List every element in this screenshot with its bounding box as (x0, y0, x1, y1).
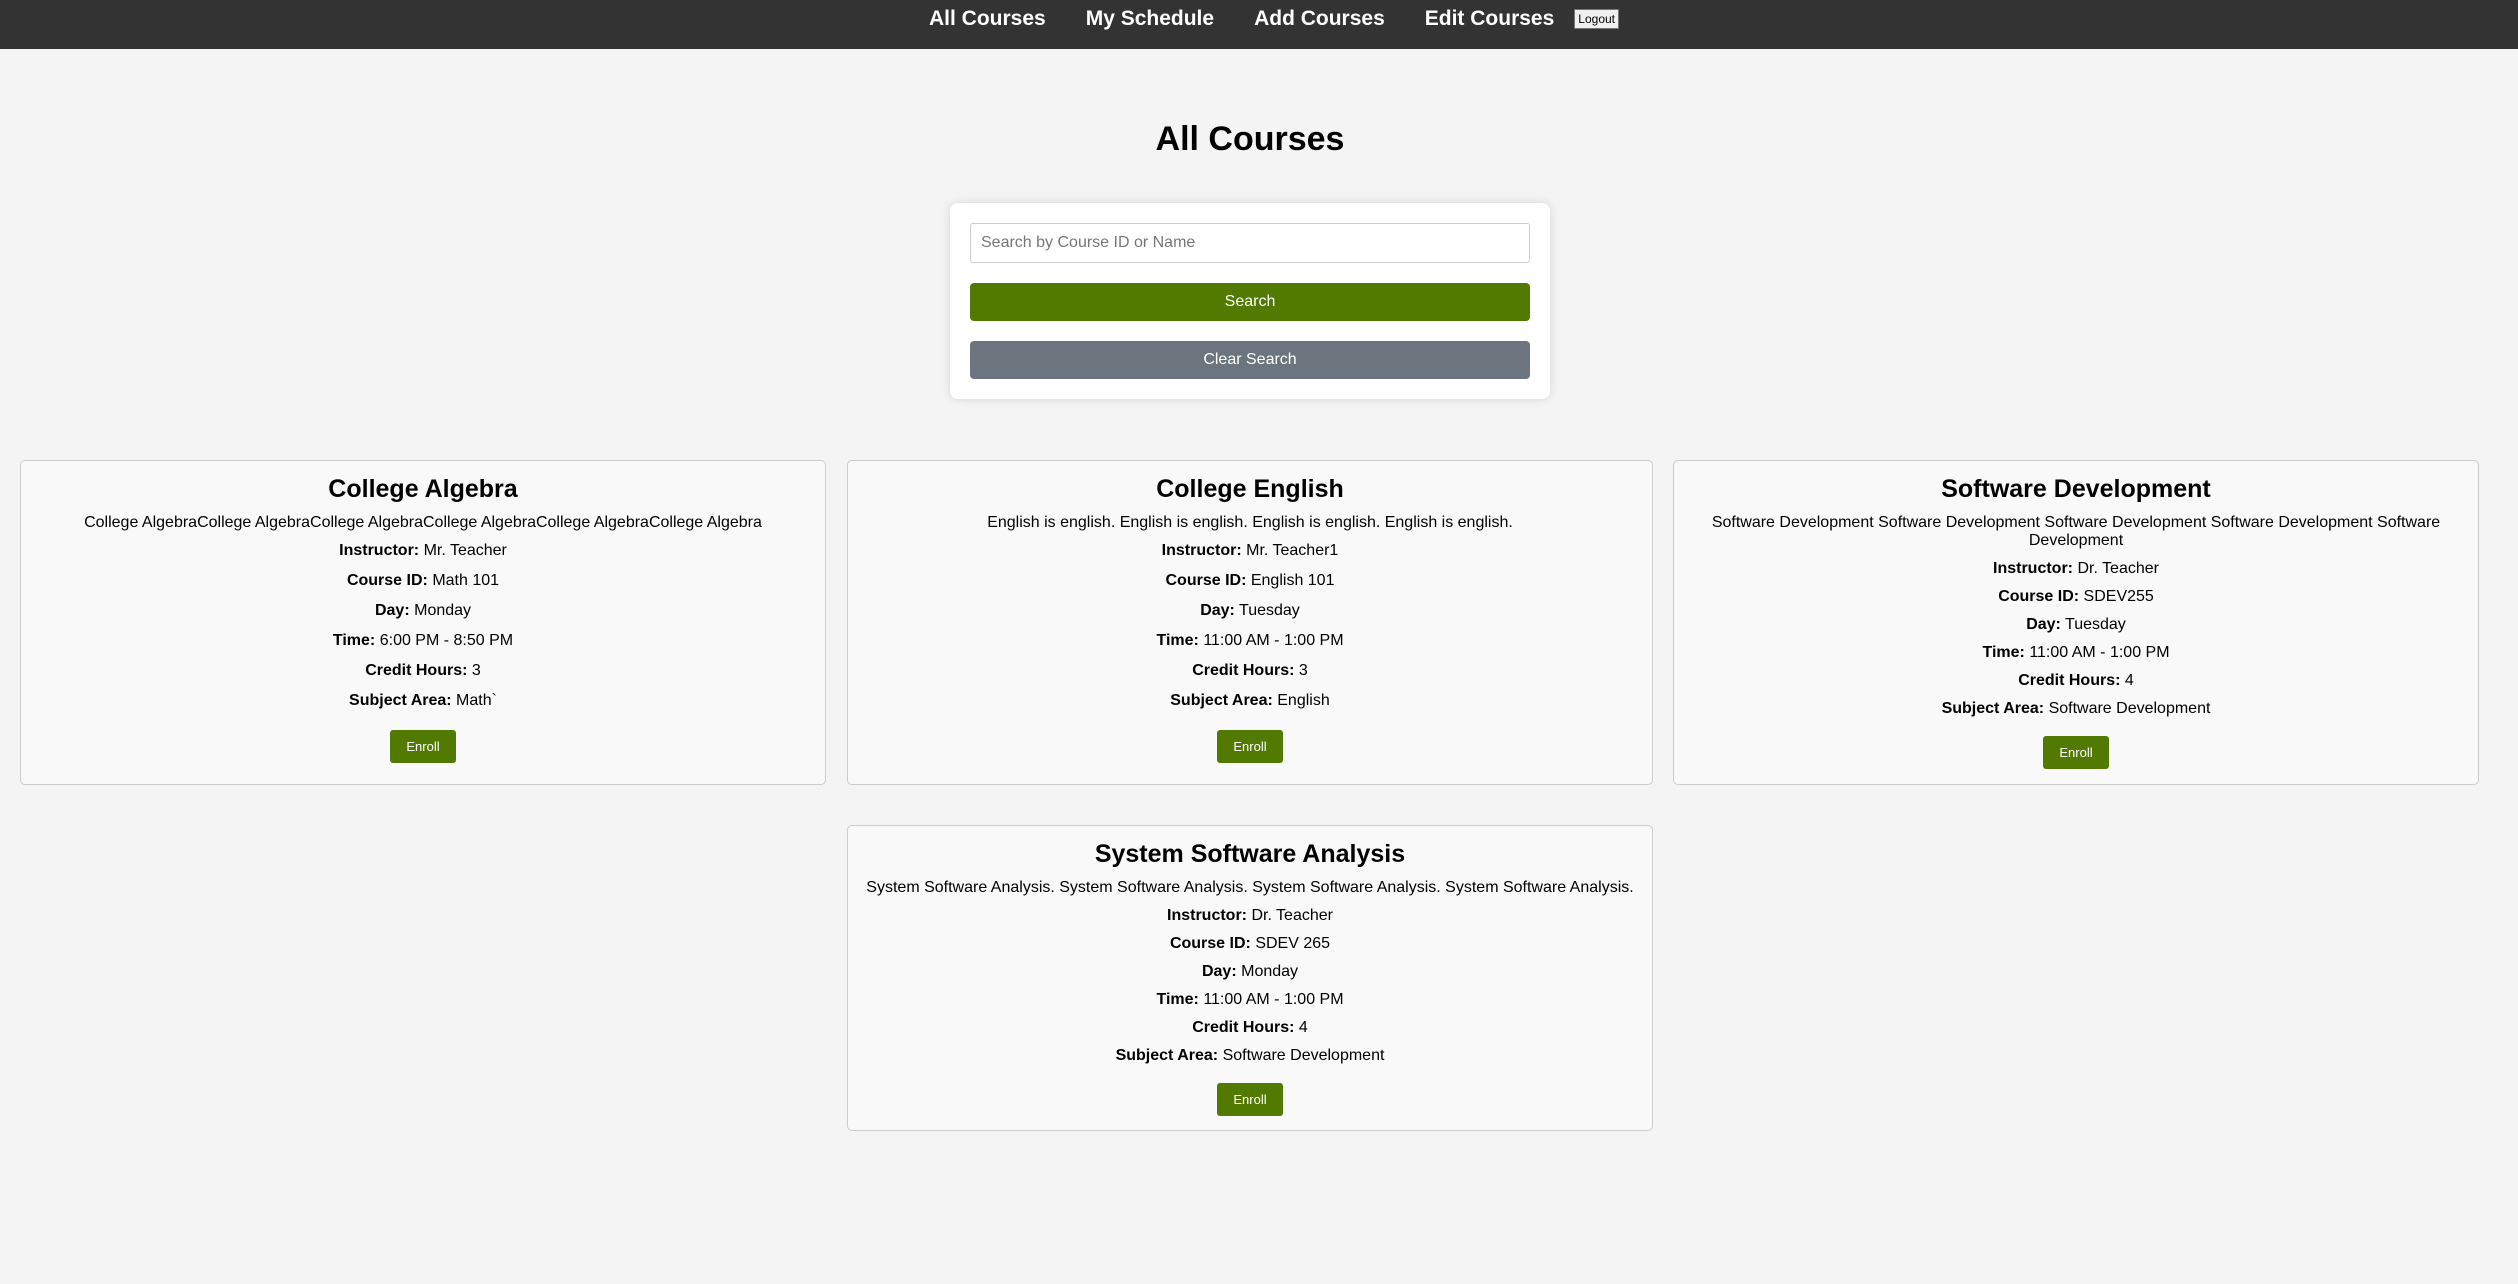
page-title: All Courses (1155, 120, 1345, 158)
clear-search-button[interactable]: Clear Search (970, 341, 1530, 379)
course-credit-hours: Credit Hours: 3 (365, 662, 481, 679)
course-id: Course ID: SDEV 265 (1169, 935, 1331, 952)
course-subject-area: Subject Area: Software Development (1115, 1047, 1385, 1064)
course-description: System Software Analysis. System Softwar… (866, 879, 1634, 896)
course-time: Time: 11:00 AM - 1:00 PM (1156, 991, 1344, 1008)
search-button[interactable]: Search (970, 283, 1530, 321)
logout-button[interactable]: Logout (1574, 8, 1619, 29)
course-id: Course ID: SDEV255 (1998, 588, 2154, 605)
course-subject-area: Subject Area: English (1170, 692, 1330, 709)
course-day: Day: Tuesday (2026, 616, 2126, 633)
course-day: Day: Monday (1201, 963, 1299, 980)
course-id: Course ID: Math 101 (346, 572, 500, 589)
search-input[interactable] (970, 223, 1530, 263)
course-card: Software Development Software Developmen… (1673, 460, 2479, 785)
course-day: Day: Monday (374, 602, 472, 619)
nav-link-edit-courses[interactable]: Edit Courses (1425, 7, 1555, 31)
course-credit-hours: Credit Hours: 4 (1192, 1019, 1308, 1036)
enroll-button[interactable]: Enroll (1217, 1083, 1283, 1116)
course-instructor: Instructor: Mr. Teacher1 (1161, 542, 1339, 559)
enroll-button[interactable]: Enroll (390, 730, 456, 763)
top-navbar: All Courses My Schedule Add Courses Edit… (0, 0, 2518, 49)
nav-link-my-schedule[interactable]: My Schedule (1086, 7, 1214, 31)
course-card: College Algebra College AlgebraCollege A… (20, 460, 826, 785)
course-description: College AlgebraCollege AlgebraCollege Al… (84, 514, 762, 531)
course-title: College Algebra (328, 475, 518, 503)
course-subject-area: Subject Area: Software Development (1941, 700, 2211, 717)
course-id: Course ID: English 101 (1165, 572, 1335, 589)
course-time: Time: 11:00 AM - 1:00 PM (1156, 632, 1344, 649)
course-description: English is english. English is english. … (987, 514, 1513, 531)
nav-link-all-courses[interactable]: All Courses (929, 7, 1046, 31)
course-time: Time: 6:00 PM - 8:50 PM (332, 632, 514, 649)
course-title: College English (1156, 475, 1344, 503)
course-instructor: Instructor: Dr. Teacher (1167, 907, 1333, 924)
course-card: System Software Analysis System Software… (847, 825, 1653, 1131)
course-instructor: Instructor: Mr. Teacher (339, 542, 507, 559)
enroll-button[interactable]: Enroll (1217, 730, 1283, 763)
course-title: Software Development (1941, 475, 2211, 503)
search-panel: Search Clear Search (950, 203, 1550, 399)
course-description: Software Development Software Developmen… (1711, 514, 2441, 549)
enroll-button[interactable]: Enroll (2043, 736, 2109, 769)
nav-link-add-courses[interactable]: Add Courses (1254, 7, 1385, 31)
course-instructor: Instructor: Dr. Teacher (1993, 560, 2159, 577)
course-time: Time: 11:00 AM - 1:00 PM (1982, 644, 2170, 661)
course-subject-area: Subject Area: Math` (349, 692, 497, 709)
course-title: System Software Analysis (1094, 840, 1406, 868)
course-credit-hours: Credit Hours: 3 (1192, 662, 1308, 679)
course-card: College English English is english. Engl… (847, 460, 1653, 785)
course-day: Day: Tuesday (1200, 602, 1300, 619)
course-credit-hours: Credit Hours: 4 (2018, 672, 2134, 689)
